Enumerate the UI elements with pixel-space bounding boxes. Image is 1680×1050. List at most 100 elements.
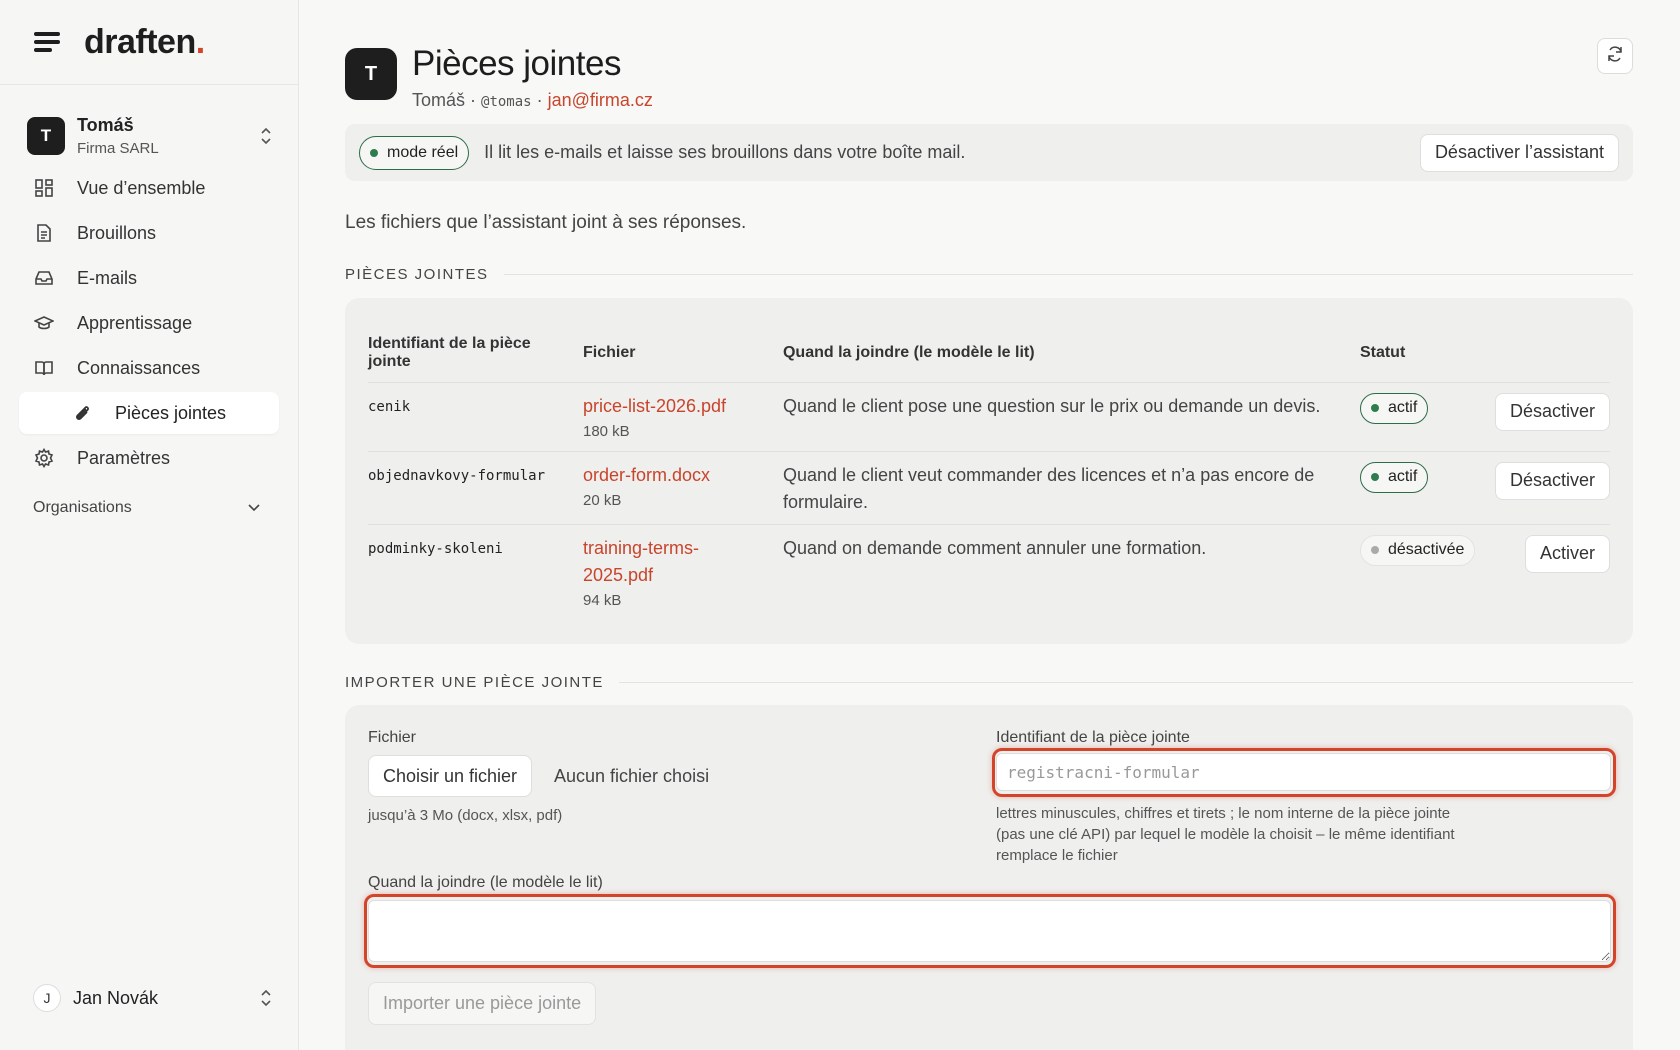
- section-title: IMPORTER UNE PIÈCE JOINTE: [345, 674, 604, 691]
- id-label: Identifiant de la pièce jointe: [996, 729, 1190, 746]
- column-header-file: Fichier: [582, 343, 636, 361]
- logo-dot: .: [195, 22, 205, 61]
- sidebar-item-label: E-mails: [77, 267, 138, 288]
- refresh-button[interactable]: [1597, 38, 1633, 74]
- divider: [618, 682, 1633, 683]
- sidebar-item-label: Pièces jointes: [115, 402, 227, 423]
- deactivate-assistant-button[interactable]: Désactiver l’assistant: [1419, 133, 1619, 172]
- user-avatar: J: [33, 984, 61, 1012]
- sidebar-item-settings[interactable]: Paramètres: [19, 437, 279, 479]
- import-form-card: Fichier Choisir un fichier Aucun fichier…: [345, 705, 1633, 1050]
- file-size: 94 kB: [582, 591, 622, 609]
- when-text: Quand on demande comment annuler une for…: [782, 537, 1207, 558]
- file-link[interactable]: price-list-2026.pdf: [583, 393, 783, 420]
- file-size: 180 kB: [582, 422, 630, 440]
- refresh-icon: [1606, 45, 1624, 68]
- chevron-updown-icon: [259, 127, 273, 146]
- inbox-icon: [33, 267, 55, 289]
- column-header-status: Statut: [1359, 343, 1406, 361]
- file-link[interactable]: training-terms-2025.pdf: [583, 535, 743, 589]
- when-label: Quand la joindre (le modèle le lit): [368, 874, 603, 891]
- status-label: actif: [1387, 468, 1418, 485]
- sidebar-item-label: Paramètres: [77, 447, 171, 468]
- org-switcher[interactable]: T Tomáš Firma SARL: [27, 115, 273, 157]
- table-row: objednavkovy-formular order-form.docx 20 …: [368, 451, 1610, 524]
- file-link[interactable]: order-form.docx: [583, 462, 783, 489]
- sidebar-item-attachments[interactable]: Pièces jointes: [19, 392, 279, 434]
- org-user-name: Tomáš: [77, 115, 134, 135]
- org-company: Firma SARL: [77, 140, 159, 157]
- chevron-updown-icon: [259, 989, 273, 1008]
- sidebar-item-label: Apprentissage: [77, 312, 193, 333]
- attachment-id: cenik: [368, 398, 411, 415]
- attachments-table: Identifiant de la pièce jointe Fichier Qu…: [368, 324, 1610, 634]
- sidebar-item-knowledge[interactable]: Connaissances: [19, 347, 279, 389]
- status-label: actif: [1387, 399, 1418, 416]
- sidebar-item-label: Vue d’ensemble: [77, 177, 206, 198]
- hint-line: remplace le fichier: [996, 847, 1118, 864]
- sidebar-item-learning[interactable]: Apprentissage: [19, 302, 279, 344]
- hint-line: (pas une clé API) par lequel le modèle l…: [996, 826, 1455, 843]
- deactivate-button[interactable]: Désactiver: [1494, 392, 1610, 431]
- table-row: cenik price-list-2026.pdf 180 kB Quand le…: [368, 382, 1610, 451]
- column-header-actions: [1495, 324, 1610, 382]
- file-label: Fichier: [368, 729, 417, 746]
- logo-text: draften: [84, 22, 196, 61]
- no-file-text: Aucun fichier choisi: [554, 766, 710, 786]
- file-size: 20 kB: [582, 491, 622, 509]
- status-badge: actif: [1359, 392, 1429, 424]
- import-attachment-button[interactable]: Importer une pièce jointe: [368, 982, 597, 1025]
- sidebar-item-emails[interactable]: E-mails: [19, 257, 279, 299]
- header-line: Identifiant de la pièce: [368, 334, 531, 352]
- choose-file-button[interactable]: Choisir un fichier: [368, 755, 533, 797]
- when-text: Quand le client veut commander des licen…: [782, 464, 1315, 512]
- status-dot-icon: [1370, 404, 1379, 412]
- book-icon: [33, 357, 55, 379]
- sidebar-item-overview[interactable]: Vue d’ensemble: [19, 167, 279, 209]
- column-header-id: Identifiant de la pièce jointe: [368, 324, 583, 382]
- organisations-toggle[interactable]: Organisations: [33, 499, 260, 517]
- attachment-id-input[interactable]: [996, 753, 1611, 791]
- logo[interactable]: draften.: [84, 23, 205, 62]
- status-badge: désactivée: [1359, 534, 1476, 566]
- mode-badge: mode réel: [359, 135, 470, 170]
- header-email[interactable]: jan@firma.cz: [548, 90, 653, 110]
- user-name: Jan Novák: [73, 987, 159, 1008]
- header-text: Pièces jointes Tomáš · @tomas · jan@firm…: [412, 44, 653, 111]
- header-name: Tomáš: [412, 90, 466, 110]
- banner-text: Il lit les e-mails et laisse ses brouill…: [484, 142, 966, 162]
- sidebar-item-label: Connaissances: [77, 357, 201, 378]
- sidebar-nav: Vue d’ensemble Brouillons E-mails Appren…: [0, 167, 298, 479]
- page-subtitle: Tomáš · @tomas · jan@firma.cz: [412, 90, 653, 110]
- status-badge: actif: [1359, 461, 1429, 493]
- sidebar-item-drafts[interactable]: Brouillons: [19, 212, 279, 254]
- status-dot-icon: [1370, 546, 1379, 554]
- column-header-when: Quand la joindre (le modèle le lit): [782, 343, 1035, 361]
- header-handle: @tomas: [481, 94, 532, 110]
- import-section-header: IMPORTER UNE PIÈCE JOINTE: [345, 674, 1633, 691]
- graduation-cap-icon: [33, 312, 55, 334]
- mode-banner: mode réel Il lit les e-mails et laisse s…: [345, 124, 1633, 181]
- when-textarea[interactable]: [368, 900, 1611, 962]
- user-menu[interactable]: J Jan Novák: [33, 984, 273, 1012]
- sidebar: draften. T Tomáš Firma SARL Vue d’ensemb…: [0, 0, 299, 1050]
- status-label: désactivée: [1387, 541, 1465, 558]
- activate-button[interactable]: Activer: [1524, 534, 1610, 573]
- organisations-label: Organisations: [33, 499, 132, 516]
- table-row: podminky-skoleni training-terms-2025.pdf…: [368, 524, 1610, 634]
- mode-label: mode réel: [387, 143, 459, 161]
- brand-row: draften.: [0, 0, 298, 85]
- paperclip-icon: [71, 402, 93, 424]
- file-hint: jusqu’à 3 Mo (docx, xlsx, pdf): [368, 807, 563, 824]
- sidebar-item-label: Brouillons: [77, 222, 157, 243]
- attachments-section-header: PIÈCES JOINTES: [345, 266, 1633, 283]
- header-line: jointe: [368, 352, 411, 370]
- deactivate-button[interactable]: Désactiver: [1494, 461, 1610, 500]
- section-title: PIÈCES JOINTES: [345, 266, 489, 283]
- when-text: Quand le client pose une question sur le…: [782, 395, 1321, 416]
- gear-icon: [33, 447, 55, 469]
- menu-icon[interactable]: [34, 32, 60, 52]
- table-header-row: Identifiant de la pièce jointe Fichier Qu…: [368, 324, 1610, 382]
- org-avatar: T: [27, 117, 65, 155]
- attachments-table-card: Identifiant de la pièce jointe Fichier Qu…: [345, 298, 1633, 644]
